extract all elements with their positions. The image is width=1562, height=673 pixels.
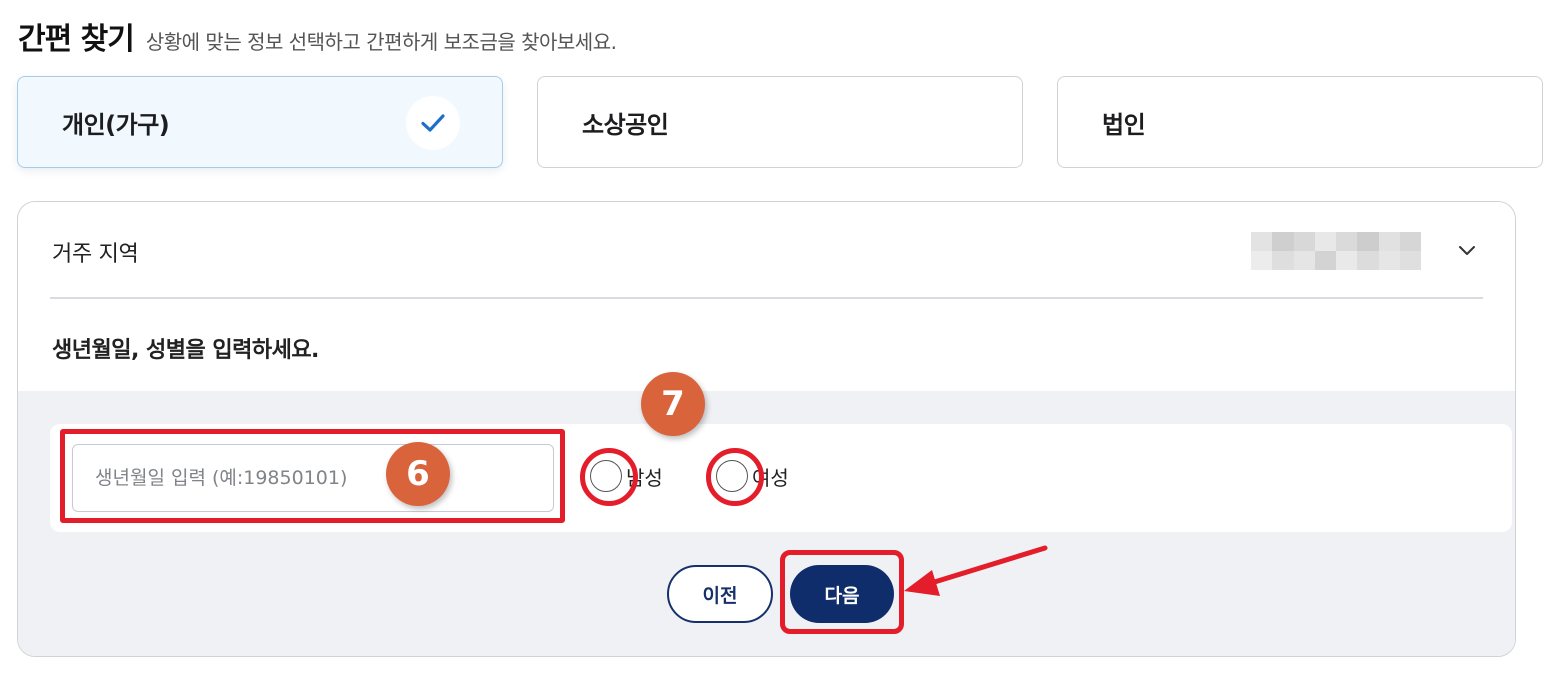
type-card-individual[interactable]: 개인(가구) — [17, 76, 503, 168]
arrow-icon — [904, 545, 1048, 596]
radio-female[interactable] — [716, 460, 748, 492]
type-card-label: 개인(가구) — [62, 110, 170, 139]
radio-label-female: 여성 — [752, 465, 789, 490]
form-prompt: 생년월일, 성별을 입력하세요. — [52, 338, 319, 363]
region-label: 거주 지역 — [52, 242, 139, 267]
step-badge-6: 6 — [386, 442, 450, 506]
gender-option-male[interactable]: 남성 — [590, 460, 663, 492]
page-header: 간편 찾기 상황에 맞는 정보 선택하고 간편하게 보조금을 찾아보세요. — [18, 14, 617, 58]
region-row[interactable]: 거주 지역 — [50, 202, 1483, 299]
page-subtitle: 상황에 맞는 정보 선택하고 간편하게 보조금을 찾아보세요. — [145, 30, 617, 54]
type-card-label: 법인 — [1102, 110, 1146, 139]
check-icon — [406, 96, 460, 150]
gender-option-female[interactable]: 여성 — [716, 460, 789, 492]
page-title: 간편 찾기 — [18, 22, 135, 57]
radio-label-male: 남성 — [626, 465, 663, 490]
birthdate-input[interactable] — [72, 444, 554, 512]
form-area: 남성 여성 이전 다음 — [18, 391, 1515, 656]
next-button[interactable]: 다음 — [790, 565, 894, 623]
step-badge-7: 7 — [641, 372, 705, 436]
type-card-corporation[interactable]: 법인 — [1057, 76, 1543, 168]
prev-button[interactable]: 이전 — [667, 565, 773, 623]
chevron-down-icon[interactable] — [1455, 238, 1479, 262]
radio-male[interactable] — [590, 460, 622, 492]
input-row: 남성 여성 — [50, 424, 1512, 532]
region-value-blurred — [1251, 232, 1421, 270]
type-card-label: 소상공인 — [582, 110, 669, 139]
search-panel: 거주 지역 생년월일, 성별을 입력하세요. 남성 여성 이전 다음 — [17, 201, 1516, 657]
type-card-small-business[interactable]: 소상공인 — [537, 76, 1023, 168]
